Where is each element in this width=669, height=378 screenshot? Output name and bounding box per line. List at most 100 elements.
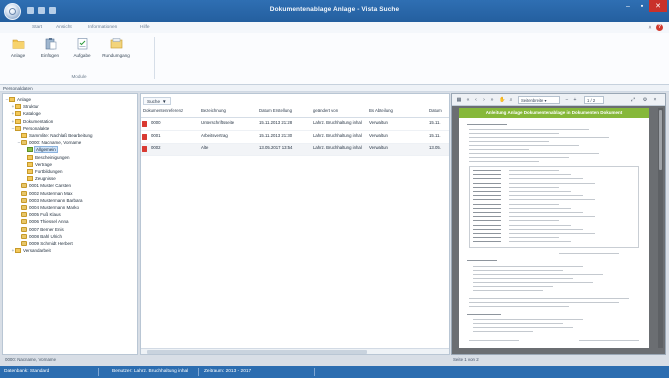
fullscreen-icon[interactable]: ⤢ (630, 97, 636, 103)
tree-item-label: Allgemein (34, 146, 58, 154)
tree-item[interactable]: Bescheinigungen (23, 154, 70, 161)
preview-text-line (473, 212, 501, 213)
folder-icon (21, 133, 27, 138)
tree-item[interactable]: –0000: Nacname, Vorname (17, 139, 81, 146)
person-folder-icon (21, 205, 27, 210)
scroll-thumb[interactable] (147, 350, 367, 354)
navigation-tree[interactable]: – Anlage + Struktur + Kataloge + Dokumentation –… (2, 93, 138, 355)
preview-text-line (473, 207, 501, 209)
rundumgang-button[interactable]: Rundumgang (102, 37, 130, 67)
person-folder-icon (21, 219, 27, 225)
cell-ref: 0002 (151, 145, 161, 150)
folder-icon (27, 161, 33, 167)
status-user: Benutzer: Lahrz. Bruchhaltung inhal (112, 369, 189, 374)
table-row[interactable]: 0000 Unterschriftsseite 15.11.2013 21:28 La… (141, 119, 449, 131)
preview-text-line (473, 195, 501, 197)
tree-item[interactable]: 0004 Mustermann Marko (17, 204, 79, 211)
tree-item[interactable]: 0006 Thiessel Anna (17, 218, 68, 225)
column-header-changed-by[interactable]: geändert von (313, 108, 357, 114)
tree-item[interactable]: Fortbildungen (23, 168, 63, 175)
anlage-button[interactable]: Anlage (4, 37, 32, 67)
tab-ansicht[interactable]: Ansicht (56, 25, 72, 30)
tree-item[interactable]: 0003 Mustermann Barbara (17, 197, 83, 204)
preview-text-line (473, 278, 573, 279)
preview-text-line (509, 237, 559, 239)
column-header-bezeichnung[interactable]: Bezeichnung (201, 108, 253, 114)
prev-page-icon[interactable]: ‹ (473, 97, 479, 103)
pdf-icon (142, 121, 147, 127)
tree-item[interactable]: + Struktur (11, 103, 39, 110)
tree-item[interactable]: 0002 Musterman Max (17, 190, 73, 197)
help-icon[interactable]: ? (656, 24, 663, 31)
person-folder-icon (21, 140, 27, 146)
tree-item-label: Personalakte (23, 125, 50, 131)
cell-extra: 13.05. (429, 145, 441, 150)
tree-item[interactable]: Zeugnisse (23, 175, 56, 182)
tree-item[interactable]: + Versandarbeit (11, 247, 51, 254)
close-button[interactable]: ✕ (649, 0, 667, 12)
minimize-button[interactable]: – (621, 0, 635, 12)
tree-item[interactable]: + Dokumentation (11, 118, 53, 125)
zoom-field[interactable]: Seitenbreite ▾ (518, 96, 560, 104)
tab-start[interactable]: Start (32, 25, 42, 30)
next-page-icon[interactable]: › (481, 97, 487, 103)
tree-item[interactable]: – Anlage (5, 96, 31, 103)
zoom-in-icon[interactable]: + (572, 97, 578, 103)
folder-icon (9, 97, 15, 102)
last-page-icon[interactable]: » (489, 97, 495, 103)
column-header-date[interactable]: Datum Erstellung (259, 108, 301, 114)
cell-extra: 15.11. (429, 132, 441, 138)
tree-item-label: Zeugnisse (35, 176, 56, 182)
tree-item[interactable]: – Personalakte (11, 125, 49, 132)
collapse-ribbon-icon[interactable]: ˄ (647, 25, 653, 31)
tab-hilfe[interactable]: Hilfe (140, 25, 150, 30)
tree-item[interactable]: 0008 Bahl Ulrich (17, 233, 62, 240)
hand-tool-icon[interactable]: ✋ (499, 97, 505, 103)
tree-item-label: Versandarbeit (23, 248, 51, 254)
ribbon-right-controls: ˄ ? (647, 24, 663, 31)
preview-text-line (509, 182, 595, 184)
column-header-ref[interactable]: Dokumentenreferenz (143, 108, 199, 114)
preview-vertical-scrollbar[interactable] (658, 108, 663, 348)
tree-item[interactable]: Allgemein (23, 146, 58, 154)
cell-changed-by: Lahrz. Bruchhaltung inhal (313, 120, 362, 125)
table-row[interactable]: 0001 Arbeitsvertrag 15.11.2013 21:30 Lahrz.… (141, 132, 449, 144)
preview-text-line (469, 137, 609, 138)
status-separator (98, 368, 99, 376)
tree-item-label: Dokumentation (23, 118, 54, 124)
tab-informationen[interactable]: Informationen (88, 25, 117, 30)
tree-item[interactable]: 0005 Fuß Klaus (17, 211, 61, 218)
tree-item[interactable]: 0001 Muster Carsten (17, 182, 71, 189)
ribbon-group-label: Module (71, 74, 87, 79)
settings-icon[interactable]: ⚙ (642, 97, 648, 103)
zoom-icon[interactable]: ⌕ (508, 97, 514, 103)
preview-text-line (473, 224, 501, 226)
list-horizontal-scrollbar[interactable] (141, 348, 449, 354)
aufgabe-button[interactable]: Aufgabe (68, 37, 96, 67)
maximize-button[interactable]: ▪ (635, 0, 649, 12)
preview-text-line (473, 323, 563, 324)
preview-text-line (473, 199, 501, 201)
cell-changed-by: Lahrz. Bruchhaltung inhal (313, 145, 362, 150)
preview-scroll-thumb[interactable] (659, 110, 662, 170)
print-icon[interactable]: ▦ (456, 97, 462, 103)
column-header-dept[interactable]: Bs Abteilung (369, 108, 411, 114)
folder-icon (27, 154, 33, 160)
search-dropdown[interactable]: Suche ▼ (143, 97, 171, 105)
tree-item-label: 0007 Berner Enis (29, 226, 64, 232)
tree-item[interactable]: Sammlite: Nachlaß Bearbeitung (17, 132, 93, 139)
tree-item[interactable]: 0009 Schmidt Herbert (17, 240, 73, 247)
zoom-out-icon[interactable]: − (564, 97, 570, 103)
table-row[interactable]: 0002 Alte 13.05.2017 13:54 Lahrz. Bruchhalt… (141, 144, 449, 156)
column-header-extra[interactable]: Datum (429, 108, 449, 114)
first-page-icon[interactable]: « (465, 97, 471, 103)
close-preview-icon[interactable]: × (652, 97, 658, 103)
tree-item[interactable]: + Kataloge (11, 110, 41, 117)
page-field[interactable]: 1 / 2 (584, 96, 604, 104)
einfuegen-button[interactable]: Einfügen (36, 37, 64, 67)
tree-item[interactable]: 0007 Berner Enis (17, 226, 64, 233)
preview-text-line (509, 178, 583, 180)
tree-item[interactable]: Vertrage (23, 161, 52, 168)
preview-page: Anleitung Anlage Dokumentenablage in Dok… (459, 108, 649, 348)
folder-icon (15, 125, 21, 131)
